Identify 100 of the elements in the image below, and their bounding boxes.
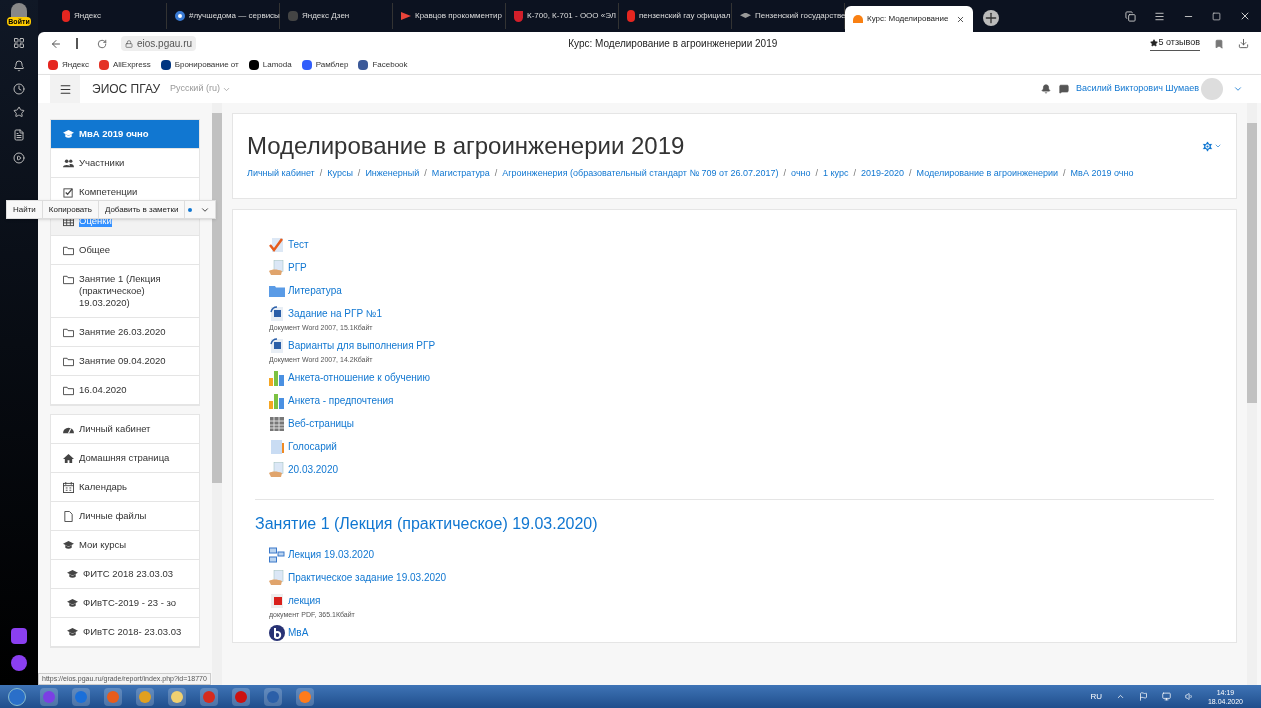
context-menu-item[interactable]: Добавить в заметки xyxy=(98,201,186,218)
restore-icon[interactable] xyxy=(1212,11,1221,21)
nav-drawer-item[interactable]: Общее xyxy=(51,236,199,265)
bookmark-link[interactable]: Яндекс xyxy=(48,58,89,71)
breadcrumb-link[interactable]: Магистратура xyxy=(431,166,490,180)
clock-icon[interactable] xyxy=(13,83,25,95)
nav-drawer-item[interactable]: Мои курсы xyxy=(51,531,199,560)
browser-tab[interactable]: пензенский гау официал xyxy=(619,3,732,29)
user-avatar-icon[interactable] xyxy=(11,3,27,17)
activity-link[interactable]: Анкета-отношение к обучению xyxy=(288,369,430,387)
menu-icon[interactable] xyxy=(1154,10,1165,22)
activity-link[interactable]: лекция xyxy=(288,592,321,610)
close-icon[interactable] xyxy=(1239,10,1251,22)
breadcrumb-separator: / xyxy=(783,167,787,180)
address-field[interactable]: eios.pgau.ru xyxy=(121,36,197,51)
scrollbar[interactable] xyxy=(212,103,222,685)
bookmark-link[interactable]: Facebook xyxy=(358,58,408,71)
activity-link[interactable]: Варианты для выполнения РГР xyxy=(288,337,436,355)
back-arrow-icon[interactable] xyxy=(50,37,62,50)
activity-link[interactable]: 20.03.2020 xyxy=(288,461,339,479)
nav-drawer-item[interactable]: Домашняя страница xyxy=(51,444,199,473)
reviews-link[interactable]: 5 отзывов xyxy=(1149,36,1200,51)
notes-icon[interactable] xyxy=(13,129,25,141)
nav-drawer-item[interactable]: 16.04.2020 xyxy=(51,376,199,405)
breadcrumb-link[interactable]: Курсы xyxy=(327,166,353,180)
nav-drawer-item[interactable]: Личный кабинет xyxy=(51,415,199,444)
tabs-icon[interactable] xyxy=(1125,10,1136,22)
checkmark-document-icon xyxy=(269,237,285,253)
activity-link[interactable]: Литература xyxy=(288,282,342,300)
activity-link[interactable]: Тест xyxy=(288,236,309,254)
context-menu-item[interactable]: Найти xyxy=(7,201,43,218)
nav-drawer-item[interactable]: Личные файлы xyxy=(51,502,199,531)
nav-drawer-item[interactable]: ФИТС 2018 23.03.03 xyxy=(51,560,199,589)
settings-icon[interactable] xyxy=(1201,139,1222,153)
bookmark-link[interactable]: Бронирование от xyxy=(160,58,239,71)
scrollbar[interactable] xyxy=(1247,103,1257,685)
chevron-up-icon[interactable] xyxy=(1115,692,1125,701)
hand-document-icon xyxy=(269,570,285,586)
breadcrumb-link[interactable]: Моделирование в агроинженерии xyxy=(916,166,1059,180)
chat-icon[interactable] xyxy=(1058,84,1069,94)
bell-icon[interactable] xyxy=(13,60,25,72)
breadcrumb-link[interactable]: 2019-2020 xyxy=(861,166,905,180)
flag-icon[interactable] xyxy=(1138,692,1148,701)
activity-link[interactable]: Задание на РГР №1 xyxy=(288,305,383,323)
bookmark-icon[interactable] xyxy=(1214,38,1224,49)
grid-page-icon xyxy=(269,416,285,432)
activity-link[interactable]: Голосарий xyxy=(288,438,337,456)
breadcrumb-link[interactable]: Агроинженерия (образовательный стандарт № 709 от 26.07.2017) xyxy=(502,166,779,180)
nav-drawer-item[interactable]: Участники xyxy=(51,149,199,178)
browser-tab[interactable]: Кравцов прокомментир xyxy=(393,3,506,29)
browser-tab[interactable]: #лучшедома — сервисы xyxy=(167,3,280,29)
reload-icon[interactable] xyxy=(97,38,107,49)
context-menu-item[interactable]: Копировать xyxy=(42,201,99,218)
activity-link[interactable]: Веб-страницы xyxy=(288,415,354,433)
activity-link[interactable]: Практическое задание 19.03.2020 xyxy=(288,569,447,587)
nav-drawer-item[interactable]: МвА 2019 очно xyxy=(51,120,199,149)
breadcrumb-link[interactable]: очно xyxy=(791,166,811,180)
nav-drawer-item[interactable]: Занятие 26.03.2020 xyxy=(51,318,199,347)
activity-link[interactable]: РГР xyxy=(288,259,307,277)
breadcrumb-link[interactable]: Личный кабинет xyxy=(247,166,315,180)
menu-button[interactable] xyxy=(50,75,80,103)
language-indicator[interactable]: RU xyxy=(1090,690,1102,703)
close-icon[interactable] xyxy=(956,14,965,24)
breadcrumb-link[interactable]: Инженерный xyxy=(365,166,420,180)
play-icon[interactable] xyxy=(13,152,25,164)
activity-link[interactable]: Лекция 19.03.2020 xyxy=(288,546,375,564)
taskbar-app-icon[interactable] xyxy=(136,687,154,706)
browser-tab[interactable]: Курс: Моделирование xyxy=(845,6,973,32)
checkbox-icon xyxy=(63,187,74,198)
browser-tab[interactable]: Яндекс xyxy=(54,3,167,29)
activity-link[interactable]: МвА xyxy=(288,624,309,642)
breadcrumb-link[interactable]: 1 курс xyxy=(823,166,849,180)
glossary-icon xyxy=(269,439,285,455)
bookmark-link[interactable]: Рамблер xyxy=(301,58,349,71)
nav-drawer-item[interactable]: Занятие 1 (Лекция (практическое) 19.03.2020) xyxy=(51,265,199,318)
star-icon[interactable] xyxy=(13,106,25,118)
shield-icon xyxy=(514,10,523,22)
apps-grid-icon[interactable] xyxy=(13,37,25,49)
nav-drawer-item[interactable]: Календарь xyxy=(51,473,199,502)
nav-drawer-item[interactable]: ФИвТС 2018- 23.03.03 xyxy=(51,618,199,647)
volume-icon[interactable] xyxy=(1184,692,1194,701)
start-button-icon[interactable] xyxy=(8,687,26,706)
browser-tab[interactable]: К-700, К-701 - ООО «ЭЛ xyxy=(506,3,619,29)
bookmark-link[interactable]: Lamoda xyxy=(248,58,292,71)
nav-drawer-item[interactable]: Занятие 09.04.2020 xyxy=(51,347,199,376)
taskbar-app-icon[interactable] xyxy=(168,687,186,706)
breadcrumb-link[interactable]: МвА 2019 очно xyxy=(1070,166,1134,180)
download-icon[interactable] xyxy=(1238,38,1249,49)
browser-tab[interactable]: Яндекс Дзен xyxy=(280,3,393,29)
bell-icon[interactable] xyxy=(1040,84,1051,94)
monitor-icon[interactable] xyxy=(1161,692,1171,701)
graduation-cap-icon xyxy=(67,627,78,638)
site-name[interactable]: ЭИОС ПГАУ xyxy=(92,80,160,98)
user-name-link[interactable]: Василий Викторович Шумаев xyxy=(1075,82,1199,96)
new-tab-icon[interactable] xyxy=(983,10,999,26)
activity-link[interactable]: Анкета - предпочтения xyxy=(288,392,394,410)
caret-icon[interactable] xyxy=(1233,84,1243,94)
bookmark-link[interactable]: AliExpress xyxy=(98,58,151,71)
nav-drawer-item[interactable]: ФИвТС-2019 - 23 - зо xyxy=(51,589,199,618)
section-title[interactable]: Занятие 1 (Лекция (практическое) 19.03.2020) xyxy=(255,512,1214,536)
